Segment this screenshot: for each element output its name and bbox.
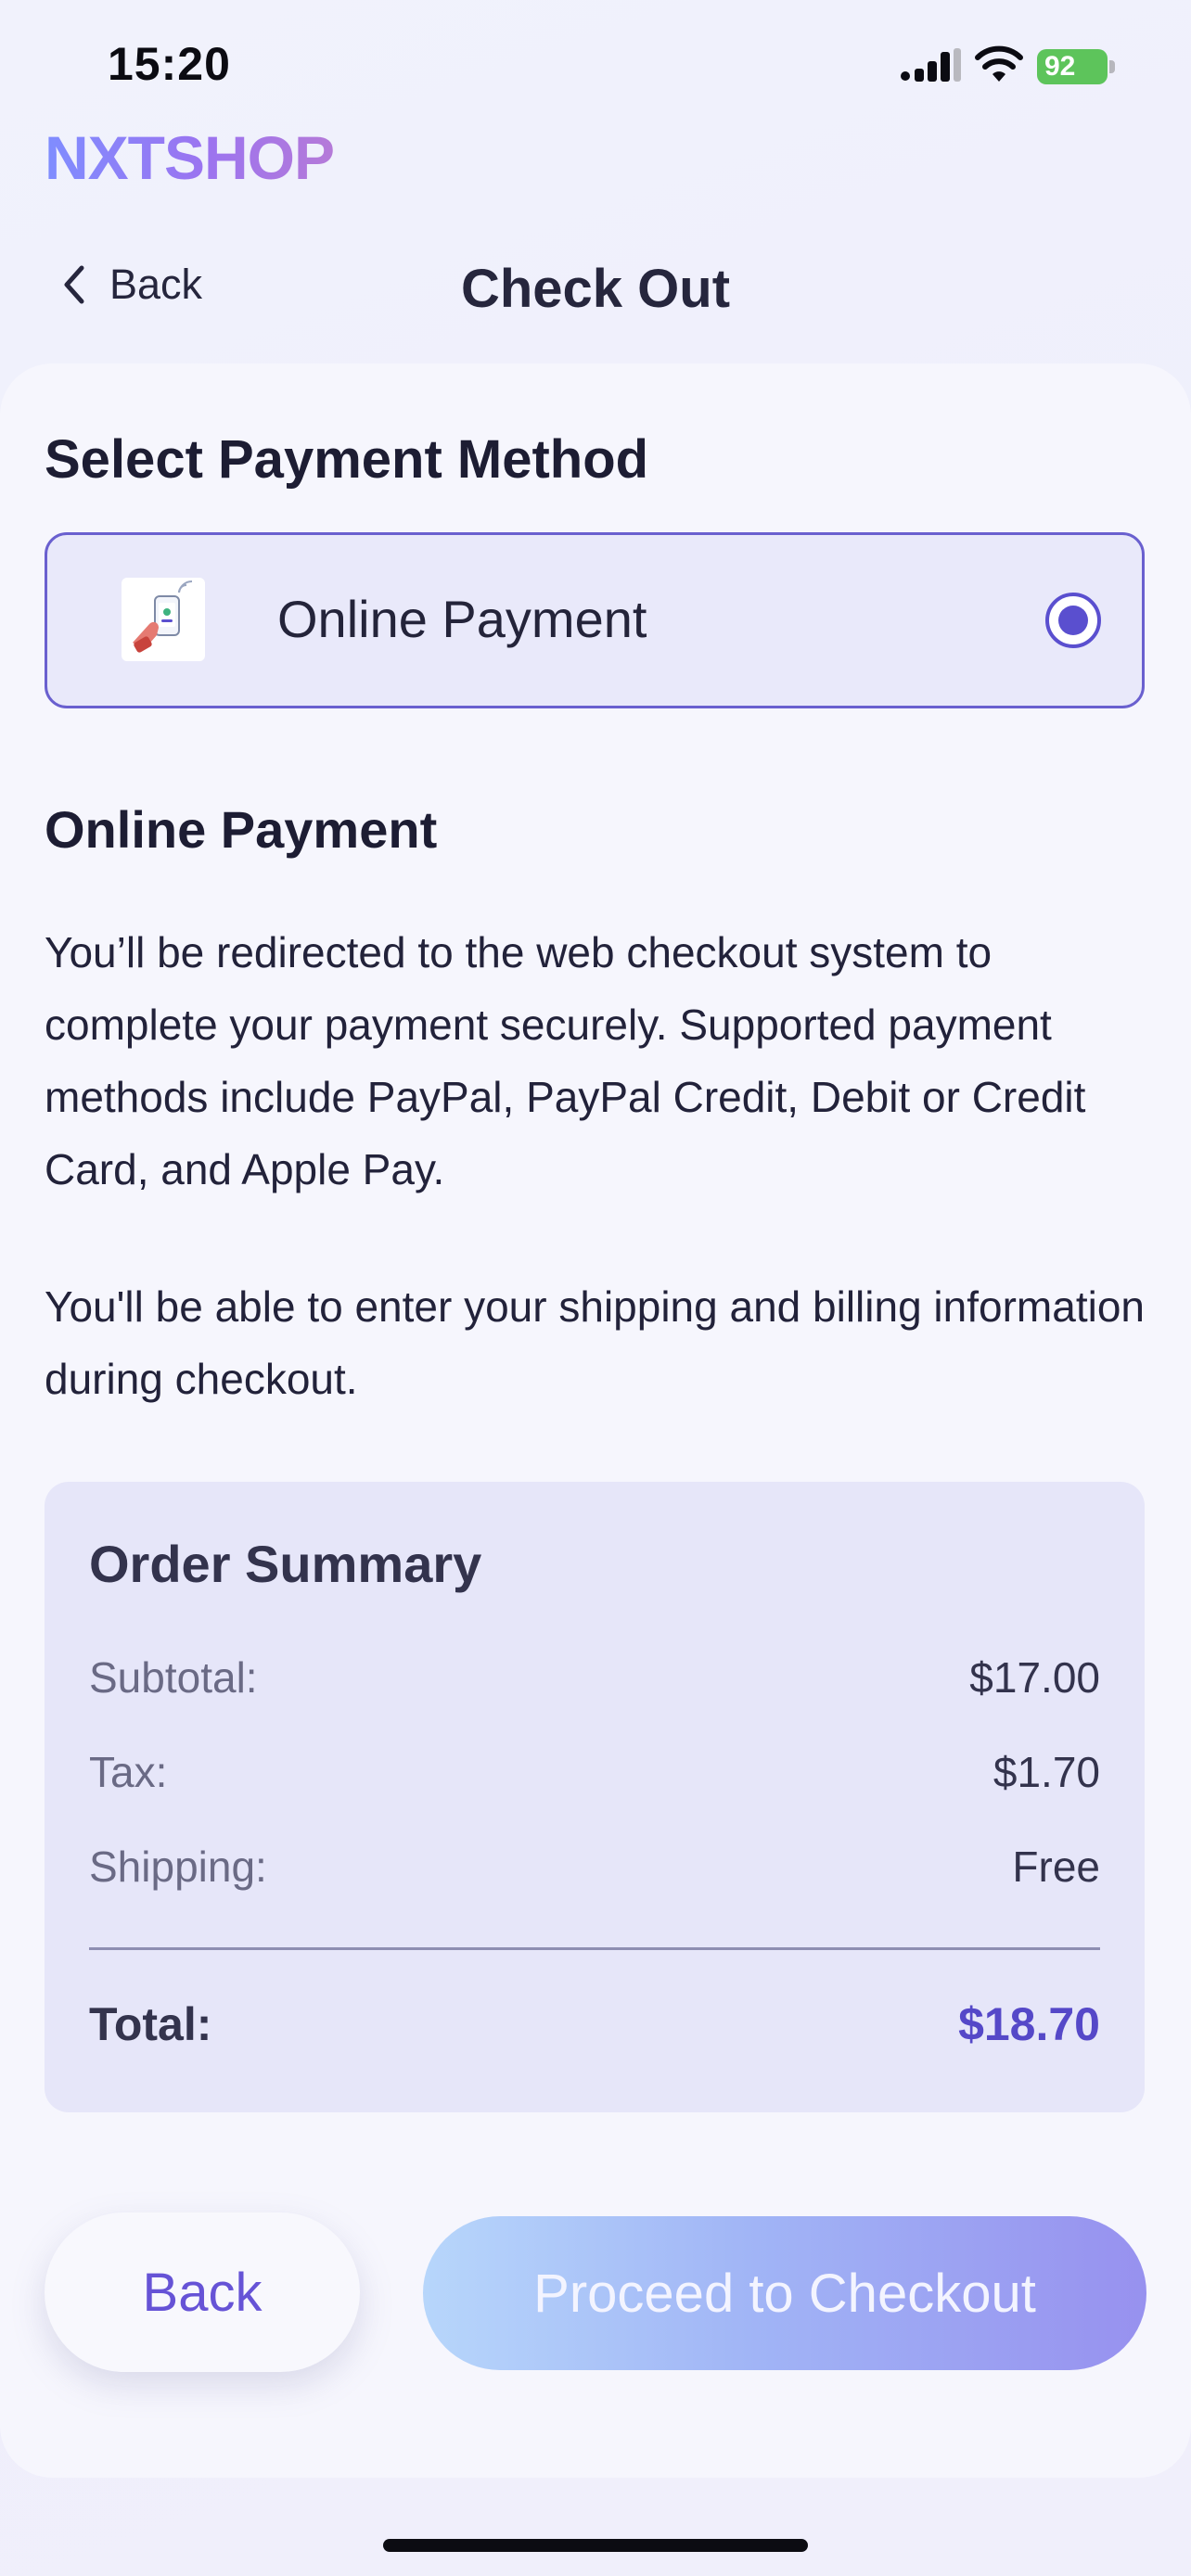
cellular-signal-icon [901,48,961,82]
battery-cap [1109,60,1115,73]
subtotal-value: $17.00 [969,1653,1100,1702]
summary-row-shipping: Shipping: Free [89,1842,1100,1892]
wifi-icon [975,45,1023,82]
summary-divider [89,1947,1100,1950]
battery-level: 92 [1044,51,1076,82]
tax-label: Tax: [89,1748,168,1796]
back-button[interactable]: Back [45,2213,360,2372]
payment-option-label: Online Payment [277,590,647,648]
payment-radio-button[interactable] [1045,593,1101,648]
home-indicator [383,2539,808,2552]
summary-row-total: Total: $18.70 [89,1997,1100,2051]
status-time: 15:20 [108,38,231,90]
order-summary-title: Order Summary [89,1535,482,1593]
order-summary: Order Summary Subtotal: $17.00 Tax: $1.7… [45,1482,1145,2112]
brand-logo: NXTSHOP [45,123,335,192]
payment-option-online[interactable]: Online Payment [45,532,1145,708]
page-title: Check Out [460,259,731,319]
battery-icon: 92 [1037,49,1108,84]
summary-row-tax: Tax: $1.70 [89,1747,1100,1797]
phone-payment-icon [122,578,205,661]
proceed-to-checkout-button[interactable]: Proceed to Checkout [423,2216,1146,2370]
summary-row-subtotal: Subtotal: $17.00 [89,1652,1100,1702]
radio-selected-dot [1058,606,1088,635]
nav-bar: Back Check Out [0,232,1191,343]
info-paragraph-redirect: You’ll be redirected to the web checkout… [45,928,1086,1193]
info-title: Online Payment [45,800,438,859]
total-label: Total: [89,1998,212,2050]
info-paragraph-shipping: You'll be able to enter your shipping an… [45,1282,1145,1403]
total-value: $18.70 [958,1998,1100,2050]
subtotal-label: Subtotal: [89,1653,258,1702]
tax-value: $1.70 [992,1748,1100,1796]
shipping-label: Shipping: [89,1843,267,1891]
status-bar: 15:20 92 [0,0,1191,130]
shipping-value: Free [1012,1843,1100,1891]
section-title: Select Payment Method [45,429,649,490]
